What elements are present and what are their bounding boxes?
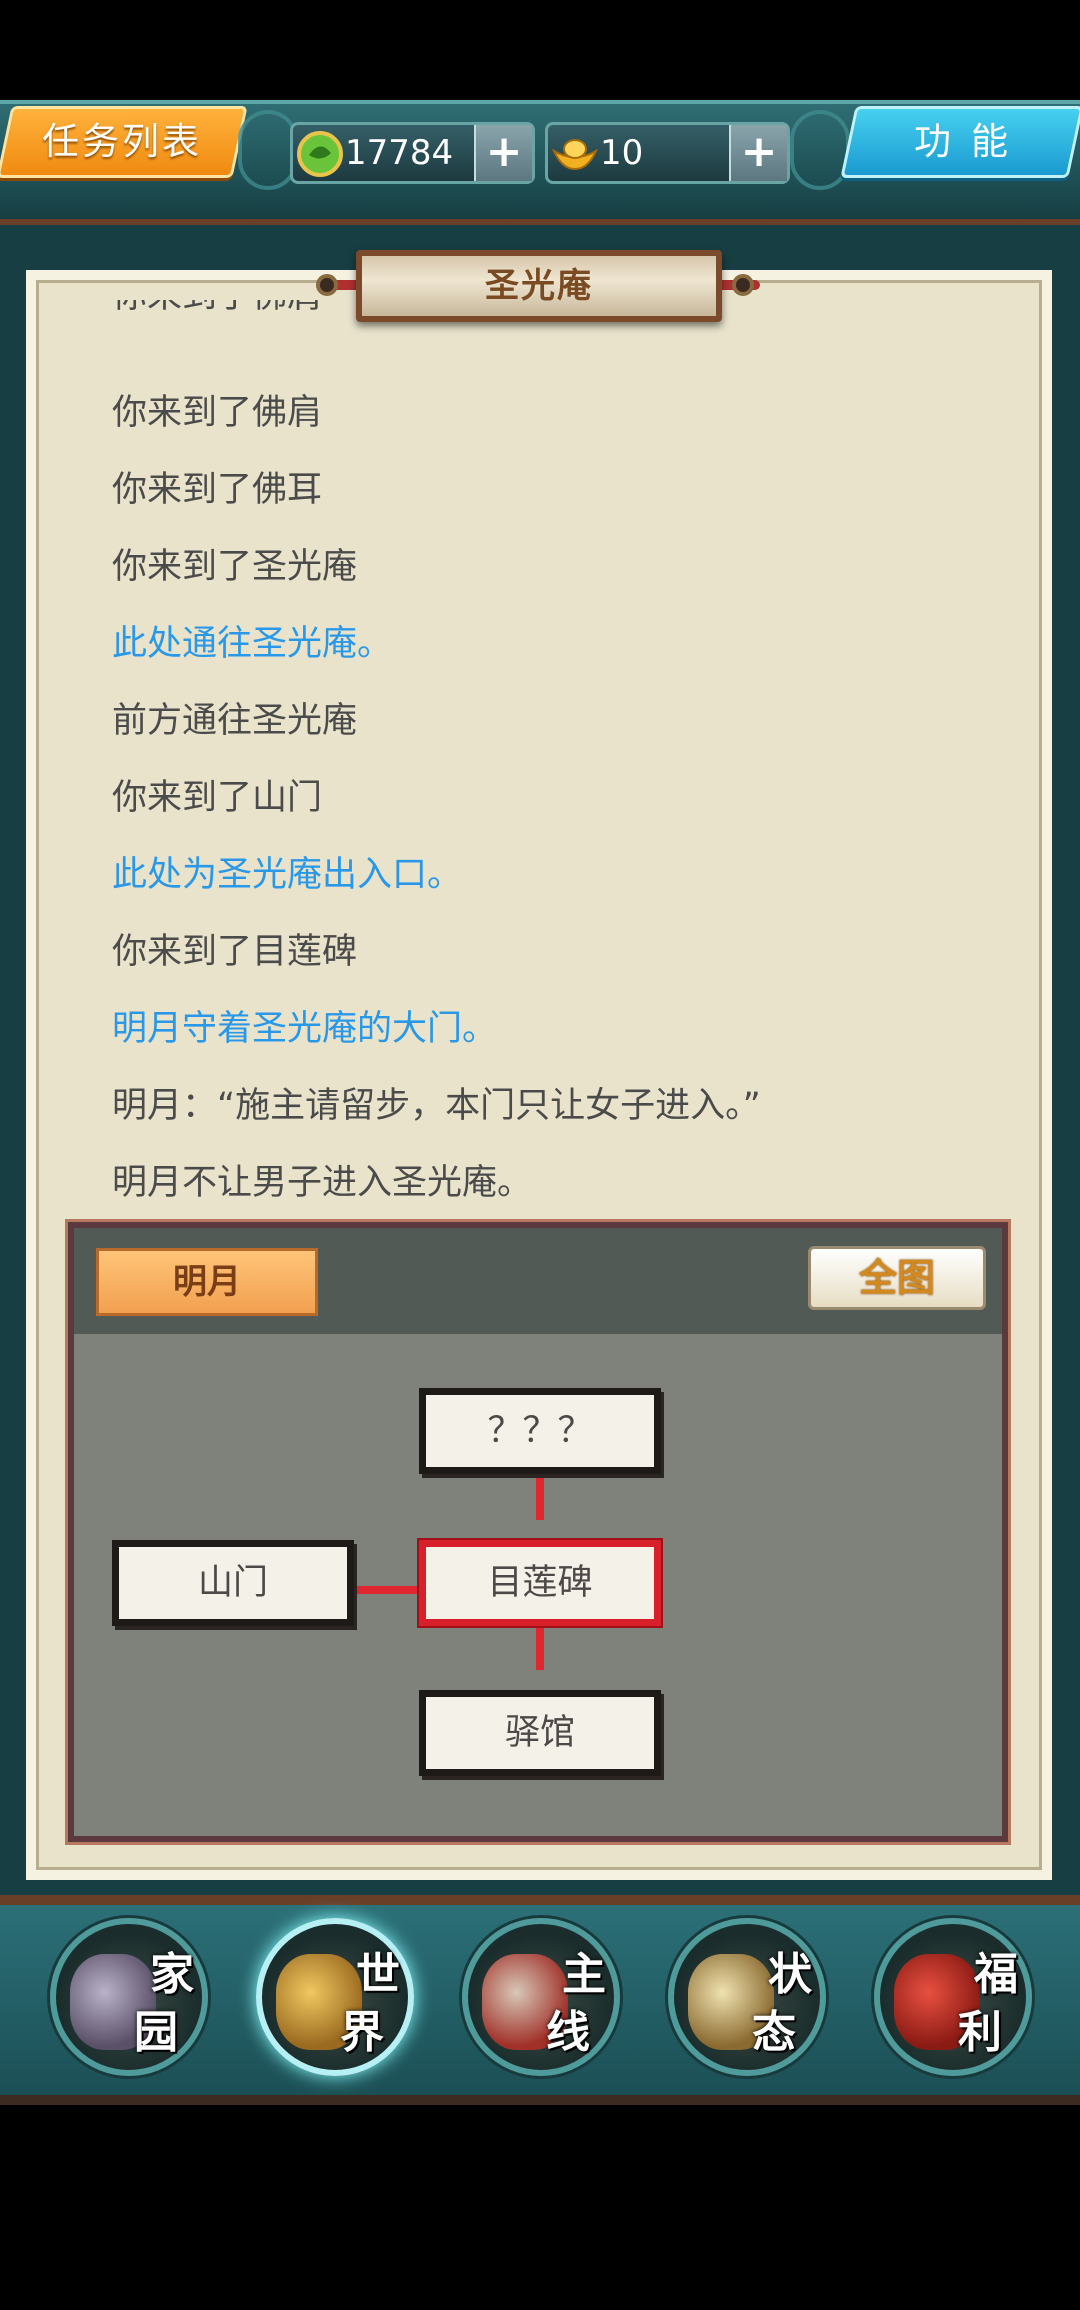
scroll-ornament-left — [238, 110, 298, 190]
message-line: 明月不让男子进入圣光庵。 — [112, 1163, 533, 1203]
message-line: 前方通往圣光庵 — [112, 701, 358, 741]
map-header: 明月 全图 — [74, 1228, 1002, 1334]
nav-home-label-2: 园 — [134, 2007, 178, 2058]
jade-currency: 17784 + — [290, 122, 535, 184]
task-list-label: 任务列表 — [42, 120, 202, 163]
nav-welfare-label-2: 利 — [958, 2007, 1002, 2058]
message-log[interactable]: 你来到了佛肩 你来到了佛肩 你来到了佛耳 你来到了圣光庵 此处通往圣光庵。 前方… — [50, 300, 1030, 1220]
task-list-button[interactable]: 任务列表 — [0, 106, 248, 178]
message-line: 你来到了山门 — [112, 778, 323, 818]
nav-home-label-1: 家 — [150, 1949, 194, 2000]
message-line-highlight: 此处为圣光庵出入口。 — [112, 855, 463, 895]
message-line: 你来到了佛耳 — [112, 470, 323, 510]
scroll-ornament-right — [790, 110, 850, 190]
game-screen: 任务列表 17784 + 10 + 功能 你来到了佛肩 你来到了佛肩 你来到了佛… — [0, 0, 1080, 2310]
nav-main-quest-label-2: 线 — [546, 2007, 590, 2058]
full-map-button[interactable]: 全图 — [808, 1246, 986, 1310]
message-line: 你来到了圣光庵 — [112, 547, 358, 587]
map-node-west[interactable]: 山门 — [112, 1540, 354, 1626]
message-line: 你来到了目莲碑 — [112, 932, 358, 972]
message-line: 你来到了佛肩 — [112, 300, 322, 318]
add-gold-button[interactable]: + — [729, 125, 787, 181]
message-line-highlight: 明月守着圣光庵的大门。 — [112, 1009, 498, 1049]
nav-world-button[interactable]: 世 界 — [256, 1918, 414, 2076]
nav-status-button[interactable]: 状 态 — [668, 1918, 826, 2076]
npc-button[interactable]: 明月 — [96, 1248, 318, 1316]
nav-world-label-2: 界 — [340, 2007, 384, 2058]
message-line: 明月：“施主请留步，本门只让女子进入。” — [112, 1086, 761, 1126]
map-node-current[interactable]: 目莲碑 — [419, 1540, 661, 1626]
map-node-north[interactable]: ？？？ — [419, 1388, 661, 1474]
nav-main-quest-button[interactable]: 主 线 — [462, 1918, 620, 2076]
nav-status-label-1: 状 — [768, 1949, 812, 2000]
nav-welfare-label-1: 福 — [974, 1949, 1018, 2000]
function-button[interactable]: 功能 — [840, 106, 1080, 178]
message-line-highlight: 此处通往圣光庵。 — [112, 624, 393, 664]
map-node-south[interactable]: 驿馆 — [419, 1690, 661, 1776]
gold-ingot-icon — [551, 139, 599, 171]
jade-amount: 17784 — [345, 133, 454, 173]
function-label: 功能 — [914, 120, 1028, 163]
nav-world-label-1: 世 — [356, 1949, 400, 2000]
nav-main-quest-label-1: 主 — [562, 1949, 606, 2000]
rod-knob-left — [316, 274, 338, 296]
map-link-west — [354, 1586, 418, 1594]
nav-status-label-2: 态 — [752, 2007, 796, 2058]
location-plaque: 圣光庵 — [356, 250, 722, 322]
gold-amount: 10 — [600, 133, 644, 173]
nav-welfare-button[interactable]: 福 利 — [874, 1918, 1032, 2076]
gold-currency: 10 + — [545, 122, 790, 184]
message-line: 你来到了佛肩 — [112, 393, 323, 433]
add-jade-button[interactable]: + — [474, 125, 532, 181]
location-title: 圣光庵 — [485, 266, 593, 306]
jade-coin-icon — [297, 131, 343, 177]
nav-home-button[interactable]: 家 园 — [50, 1918, 208, 2076]
mini-map: 明月 全图 ？？？ 山门 目莲碑 驿馆 — [68, 1222, 1008, 1842]
rod-knob-right — [732, 274, 754, 296]
